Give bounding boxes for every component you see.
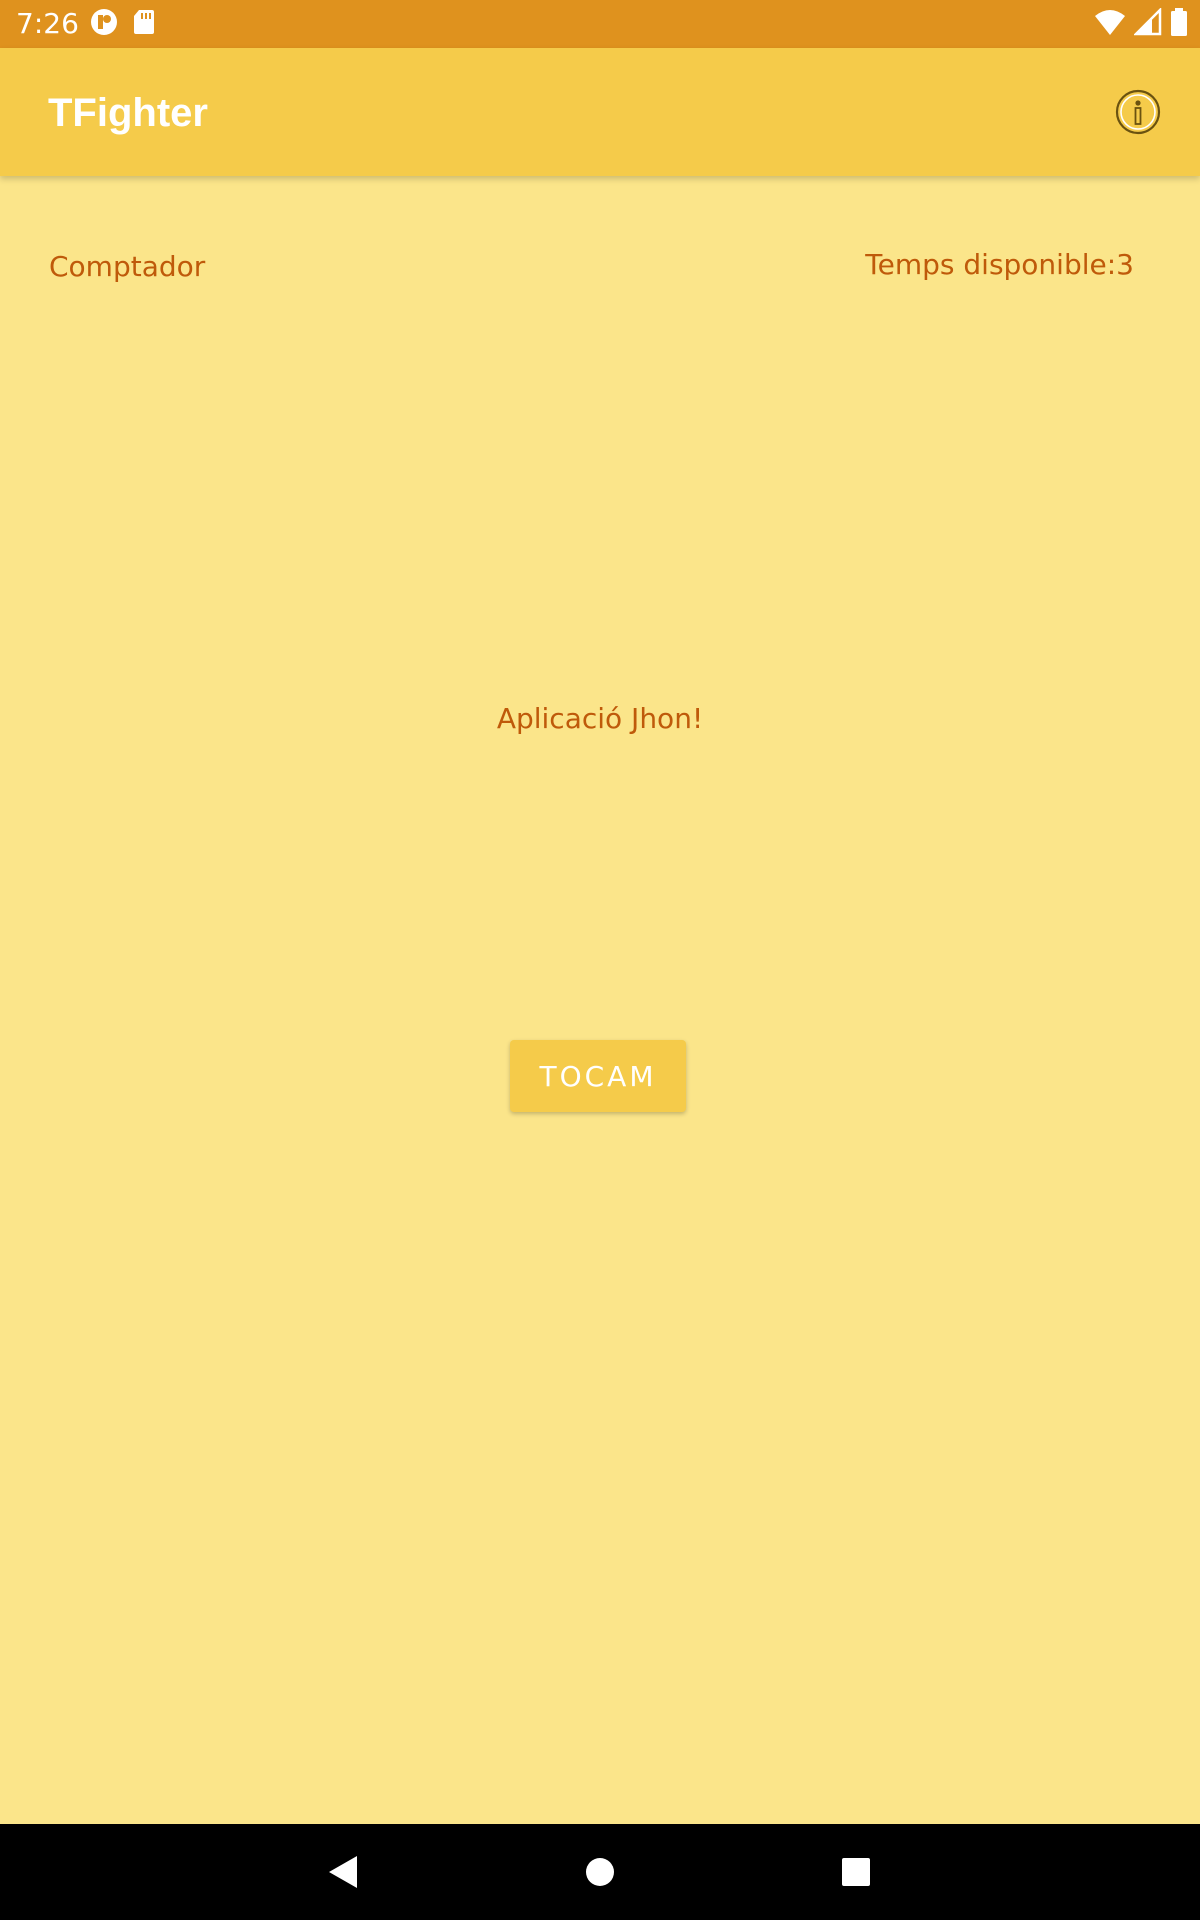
time-available-label: Temps disponible:3: [865, 248, 1134, 281]
back-icon: [329, 1856, 357, 1888]
notification-app-icon: [90, 8, 118, 41]
app-bar: TFighter: [0, 48, 1200, 176]
app-title: TFighter: [48, 91, 208, 135]
nav-back-button[interactable]: [312, 1842, 372, 1902]
nav-home-button[interactable]: [570, 1842, 630, 1902]
recents-icon: [842, 1858, 870, 1886]
nav-recents-button[interactable]: [826, 1842, 886, 1902]
tocam-button[interactable]: TOCAM: [510, 1040, 686, 1112]
wifi-icon: [1094, 8, 1126, 41]
cell-signal-icon: [1132, 6, 1162, 41]
status-system-icons: [1094, 6, 1188, 41]
counter-label: Comptador: [49, 250, 206, 283]
status-time: 7:26: [16, 7, 79, 40]
home-icon: [586, 1858, 614, 1886]
status-bar: 7:26: [0, 0, 1200, 48]
sd-card-icon: [132, 8, 156, 41]
battery-icon: [1170, 7, 1188, 42]
info-icon: [1115, 89, 1161, 135]
status-notification-icons: [90, 8, 156, 41]
navigation-bar: [0, 1824, 1200, 1920]
app-name-label: Aplicació Jhon!: [496, 702, 704, 735]
info-button[interactable]: [1112, 86, 1164, 138]
app-screen: 7:26 TFighter Comptador Temps disponible…: [0, 0, 1200, 1920]
